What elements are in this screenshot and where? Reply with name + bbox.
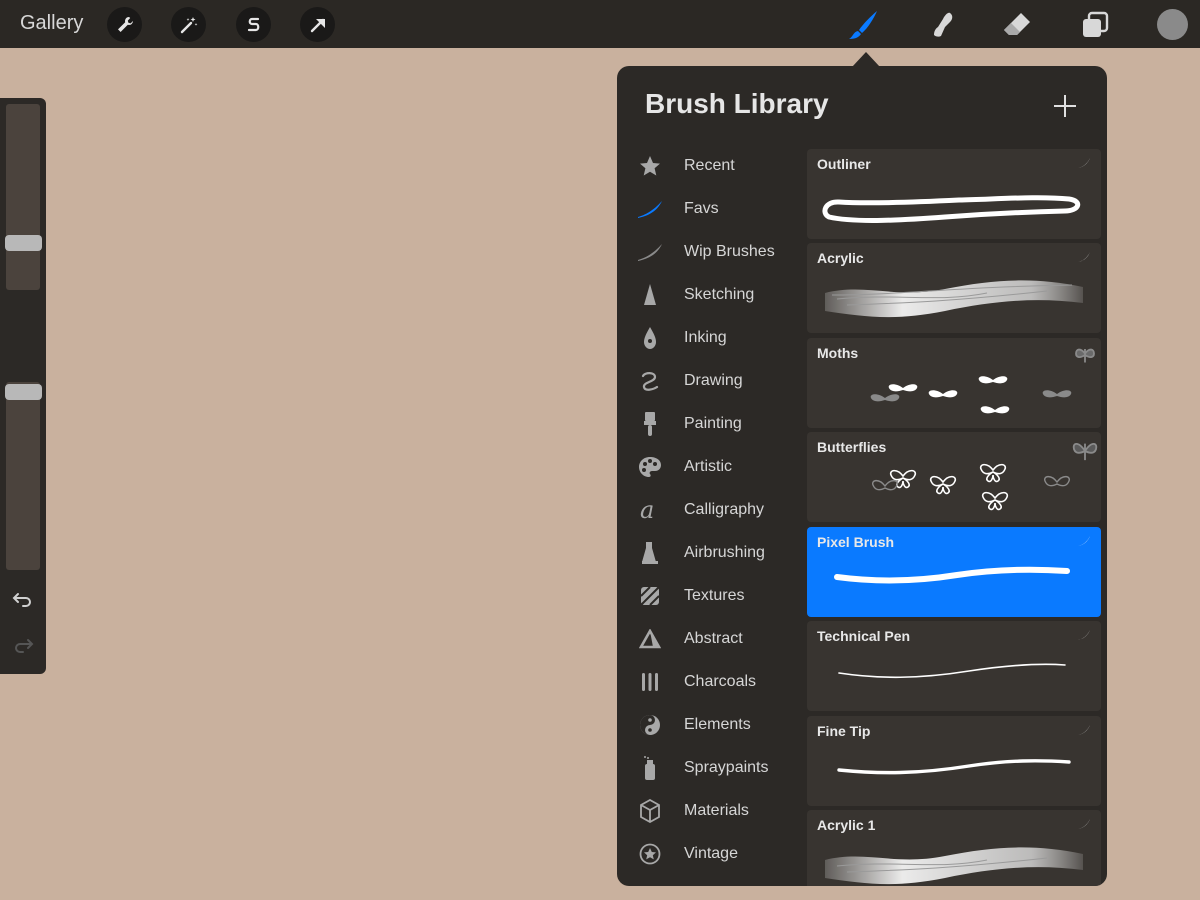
brush-card-pixel-brush[interactable]: Pixel Brush xyxy=(807,527,1101,617)
brush-card-outliner[interactable]: Outliner xyxy=(807,149,1101,239)
undo-icon[interactable] xyxy=(10,586,36,612)
category-favs[interactable]: Favs xyxy=(617,189,805,229)
textured-stroke-preview xyxy=(825,280,1083,318)
opacity-thumb[interactable] xyxy=(5,384,42,400)
color-swatch[interactable] xyxy=(1157,9,1188,40)
textured-stroke-preview xyxy=(825,847,1083,885)
category-abstract[interactable]: Abstract xyxy=(617,619,805,659)
wrench-icon[interactable] xyxy=(107,7,142,42)
brush-list[interactable]: Outliner Acrylic Moths Butterflies Pixel… xyxy=(807,149,1101,886)
brush-stroke-icon xyxy=(1078,158,1090,168)
brush-library-panel: Brush Library Recent Favs Wip Brushes Sk… xyxy=(617,66,1107,886)
category-drawing[interactable]: Drawing xyxy=(617,361,805,401)
layers-icon[interactable] xyxy=(1078,8,1112,42)
category-label: Abstract xyxy=(684,630,743,647)
brush-stroke-icon xyxy=(1078,252,1090,262)
category-elements[interactable]: Elements xyxy=(617,705,805,745)
calligraphy-a-icon: a xyxy=(637,497,663,523)
category-calligraphy[interactable]: a Calligraphy xyxy=(617,490,805,530)
category-artistic[interactable]: Artistic xyxy=(617,447,805,487)
opacity-slider[interactable] xyxy=(6,382,40,570)
brush-stroke-icon xyxy=(1078,536,1090,546)
category-label: Airbrushing xyxy=(684,544,765,561)
category-label: Spraypaints xyxy=(684,759,769,776)
category-label: Inking xyxy=(684,329,727,346)
category-airbrushing[interactable]: Airbrushing xyxy=(617,533,805,573)
category-inking[interactable]: Inking xyxy=(617,318,805,358)
popover-caret xyxy=(852,52,880,67)
brush-card-moths[interactable]: Moths xyxy=(807,338,1101,428)
category-label: Elements xyxy=(684,716,751,733)
category-label: Artistic xyxy=(684,458,732,475)
category-label: Textures xyxy=(684,587,745,604)
category-label: Drawing xyxy=(684,372,743,389)
selection-icon[interactable] xyxy=(236,7,271,42)
pen-nib-icon xyxy=(637,325,663,351)
brush-size-thumb[interactable] xyxy=(5,235,42,251)
category-textures[interactable]: Textures xyxy=(617,576,805,616)
category-label: Materials xyxy=(684,802,749,819)
brush-stroke-icon xyxy=(1078,725,1090,735)
redo-icon[interactable] xyxy=(10,632,36,658)
plus-icon[interactable] xyxy=(1051,92,1079,120)
smudge-icon[interactable] xyxy=(924,8,958,42)
charcoal-sticks-icon xyxy=(637,669,663,695)
paintbrush-icon xyxy=(637,411,663,437)
triangle-icon xyxy=(637,626,663,652)
brush-icon[interactable] xyxy=(846,8,880,42)
svg-text:a: a xyxy=(640,498,654,522)
brush-card-acrylic-1[interactable]: Acrylic 1 xyxy=(807,810,1101,886)
eraser-icon[interactable] xyxy=(1000,8,1034,42)
brush-card-technical-pen[interactable]: Technical Pen xyxy=(807,621,1101,711)
category-painting[interactable]: Painting xyxy=(617,404,805,444)
cube-icon xyxy=(637,798,663,824)
category-sketching[interactable]: Sketching xyxy=(617,275,805,315)
category-label: Wip Brushes xyxy=(684,243,775,260)
moth-stamps-preview xyxy=(870,376,1072,414)
solid-stroke-preview xyxy=(834,566,1070,584)
category-label: Recent xyxy=(684,157,735,174)
airbrush-icon xyxy=(637,540,663,566)
category-recent[interactable]: Recent xyxy=(617,146,805,186)
category-label: Charcoals xyxy=(684,673,757,690)
brush-size-slider[interactable] xyxy=(6,104,40,290)
outline-stroke-preview xyxy=(822,195,1081,223)
category-spraypaints[interactable]: Spraypaints xyxy=(617,748,805,788)
medium-stroke-preview xyxy=(837,759,1071,775)
left-sidebar xyxy=(0,98,46,674)
brush-stroke-icon xyxy=(1078,630,1090,640)
yin-yang-icon xyxy=(637,712,663,738)
category-label: Vintage xyxy=(684,845,738,862)
thin-stroke-preview xyxy=(838,663,1066,679)
blue-brush-stroke-icon xyxy=(637,196,663,222)
category-label: Painting xyxy=(684,415,742,432)
category-label: Calligraphy xyxy=(684,501,765,518)
brush-card-acrylic[interactable]: Acrylic xyxy=(807,243,1101,333)
category-vintage[interactable]: Vintage xyxy=(617,834,805,874)
category-wip-brushes[interactable]: Wip Brushes xyxy=(617,232,805,272)
pencil-tip-icon xyxy=(637,282,663,308)
brush-stroke-icon xyxy=(1078,819,1090,829)
spray-can-icon xyxy=(637,755,663,781)
butterfly-stamps-preview xyxy=(872,463,1070,511)
top-toolbar: Gallery xyxy=(0,0,1200,48)
squiggle-icon xyxy=(637,368,663,394)
panel-title: Brush Library xyxy=(645,88,829,119)
gallery-button[interactable]: Gallery xyxy=(20,12,83,35)
category-charcoals[interactable]: Charcoals xyxy=(617,662,805,702)
brush-card-butterflies[interactable]: Butterflies xyxy=(807,432,1101,522)
category-label: Favs xyxy=(684,200,719,217)
brush-stroke-icon xyxy=(637,239,663,265)
star-icon xyxy=(637,153,663,179)
texture-hatch-icon xyxy=(637,583,663,609)
star-badge-icon xyxy=(637,841,663,867)
category-label: Sketching xyxy=(684,286,755,303)
brush-card-fine-tip[interactable]: Fine Tip xyxy=(807,716,1101,806)
transform-arrow-icon[interactable] xyxy=(300,7,335,42)
palette-icon xyxy=(637,454,663,480)
magic-wand-icon[interactable] xyxy=(171,7,206,42)
category-materials[interactable]: Materials xyxy=(617,791,805,831)
